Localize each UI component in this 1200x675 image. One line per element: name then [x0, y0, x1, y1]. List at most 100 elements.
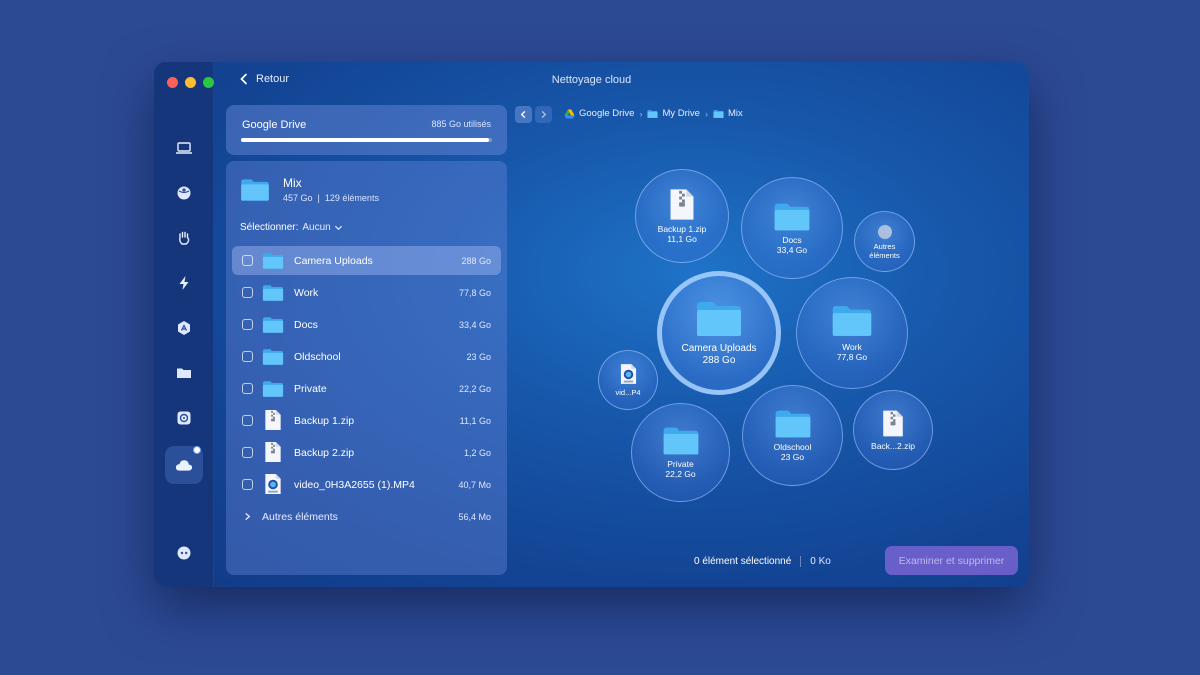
- list-item[interactable]: Oldschool 23 Go: [232, 342, 501, 371]
- nav-back-button[interactable]: [515, 106, 532, 123]
- nav-forward-button[interactable]: [535, 106, 552, 123]
- folder-icon: [262, 284, 284, 302]
- bubble-label: Private: [667, 459, 694, 469]
- zip-file-icon: [264, 409, 282, 431]
- bubble-docs[interactable]: Docs 33,4 Go: [741, 177, 843, 279]
- history-nav: [515, 106, 552, 123]
- item-checkbox[interactable]: [242, 479, 253, 490]
- sidebar-item-performance[interactable]: [175, 274, 193, 292]
- list-item[interactable]: Work 77,8 Go: [232, 278, 501, 307]
- list-item[interactable]: video_0H3A2655 (1).MP4 40,7 Mo: [232, 470, 501, 499]
- folder-icon: [695, 300, 743, 338]
- zoom-window-button[interactable]: [203, 77, 214, 88]
- sidebar-item-privacy[interactable]: [175, 229, 193, 247]
- chevron-right-icon[interactable]: [243, 512, 252, 521]
- breadcrumb-label: Mix: [727, 108, 743, 119]
- back-button-label: Retour: [256, 73, 290, 85]
- sidebar-item-cloud-cleanup[interactable]: [165, 446, 203, 484]
- item-name: Autres éléments: [262, 510, 338, 523]
- bubble-label: Autres: [873, 241, 896, 251]
- bubble-other-items[interactable]: Autres éléments: [854, 211, 915, 272]
- item-size: 56,4 Mo: [458, 511, 491, 522]
- bubble-size: 22,2 Go: [665, 469, 696, 479]
- bubble-video[interactable]: vid...P4: [598, 350, 658, 410]
- folder-icon: [262, 252, 284, 270]
- globe-icon: [177, 186, 191, 200]
- item-checkbox[interactable]: [242, 383, 253, 394]
- other-items-row[interactable]: Autres éléments 56,4 Mo: [232, 502, 501, 531]
- bubble-oldschool[interactable]: Oldschool 23 Go: [742, 385, 843, 486]
- bubble-work[interactable]: Work 77,8 Go: [796, 277, 908, 389]
- notification-badge: [193, 446, 201, 454]
- folder-icon: [240, 178, 270, 202]
- item-checkbox[interactable]: [242, 287, 253, 298]
- video-file-icon: [620, 363, 637, 385]
- folder-icon: [177, 368, 191, 378]
- close-window-button[interactable]: [167, 77, 178, 88]
- item-name: Backup 1.zip: [294, 414, 355, 427]
- minimize-window-button[interactable]: [185, 77, 196, 88]
- chevron-left-icon: [520, 110, 526, 119]
- breadcrumb-item[interactable]: Mix: [713, 108, 743, 119]
- list-item[interactable]: Backup 2.zip 1,2 Go: [232, 438, 501, 467]
- item-checkbox[interactable]: [242, 351, 253, 362]
- drive-name: Google Drive: [242, 119, 307, 131]
- bubble-label: Backup 1.zip: [657, 224, 707, 234]
- bubble-label-line2: éléments: [869, 250, 900, 260]
- sidebar-item-assistant[interactable]: [175, 544, 193, 562]
- list-item[interactable]: Backup 1.zip 11,1 Go: [232, 406, 501, 435]
- bubble-camera-uploads[interactable]: Camera Uploads 288 Go: [657, 271, 781, 395]
- bubble-size: 288 Go: [702, 354, 736, 366]
- back-button[interactable]: Retour: [238, 73, 289, 85]
- bubble-size: 11,1 Go: [667, 234, 697, 244]
- breadcrumb-separator: ›: [704, 108, 708, 119]
- sidebar-item-applications[interactable]: [175, 319, 193, 337]
- zip-file-icon: [669, 188, 695, 221]
- item-checkbox[interactable]: [242, 255, 253, 266]
- bubble-backup-2[interactable]: Back...2.zip: [853, 390, 933, 470]
- selected-count: 0 élément sélectionné: [694, 556, 792, 567]
- folder-icon: [262, 348, 284, 366]
- item-name: Docs: [294, 318, 318, 331]
- storage-progress-fill: [241, 138, 490, 142]
- chevron-right-icon: [541, 110, 547, 119]
- list-item[interactable]: Camera Uploads 288 Go: [232, 246, 501, 275]
- folder-icon: [262, 380, 284, 398]
- assistant-icon: [177, 546, 191, 560]
- item-name: video_0H3A2655 (1).MP4: [294, 478, 415, 491]
- folder-icon: [262, 316, 284, 334]
- breadcrumb-item[interactable]: Google Drive: [564, 108, 634, 119]
- select-dropdown[interactable]: Aucun: [302, 222, 342, 233]
- item-size: 22,2 Go: [458, 383, 491, 394]
- breadcrumb-separator: ›: [639, 108, 643, 119]
- bubble-label: Oldschool: [773, 442, 812, 452]
- item-name: Work: [294, 286, 319, 299]
- list-item[interactable]: Private 22,2 Go: [232, 374, 501, 403]
- item-checkbox[interactable]: [242, 447, 253, 458]
- item-checkbox[interactable]: [242, 319, 253, 330]
- select-value: Aucun: [302, 222, 331, 233]
- item-size: 77,8 Go: [458, 287, 491, 298]
- chevron-left-icon: [240, 73, 247, 85]
- sidebar-item-system[interactable]: [175, 139, 193, 157]
- drive-summary-card: Google Drive 885 Go utilisés: [226, 105, 507, 155]
- sidebar-item-protection[interactable]: [175, 184, 193, 202]
- selection-status: 0 élément sélectionné 0 Ko: [694, 556, 831, 567]
- bubble-label: vid...P4: [615, 387, 641, 397]
- breadcrumb-item[interactable]: My Drive: [647, 108, 700, 119]
- item-checkbox[interactable]: [242, 415, 253, 426]
- sidebar-item-files[interactable]: [175, 364, 193, 382]
- meta-separator: |: [317, 193, 320, 203]
- bubble-private[interactable]: Private 22,2 Go: [631, 403, 730, 502]
- bubble-size: 77,8 Go: [836, 352, 868, 362]
- video-file-icon: [264, 473, 282, 495]
- disk-icon: [177, 411, 191, 425]
- item-size: 33,4 Go: [458, 319, 491, 330]
- window-controls: [167, 77, 214, 88]
- bubble-backup-1[interactable]: Backup 1.zip 11,1 Go: [635, 169, 729, 263]
- sidebar-item-space-lens[interactable]: [175, 409, 193, 427]
- list-item[interactable]: Docs 33,4 Go: [232, 310, 501, 339]
- lightning-icon: [179, 276, 189, 290]
- review-and-delete-button[interactable]: Examiner et supprimer: [885, 546, 1018, 575]
- folder-icon: [774, 409, 812, 439]
